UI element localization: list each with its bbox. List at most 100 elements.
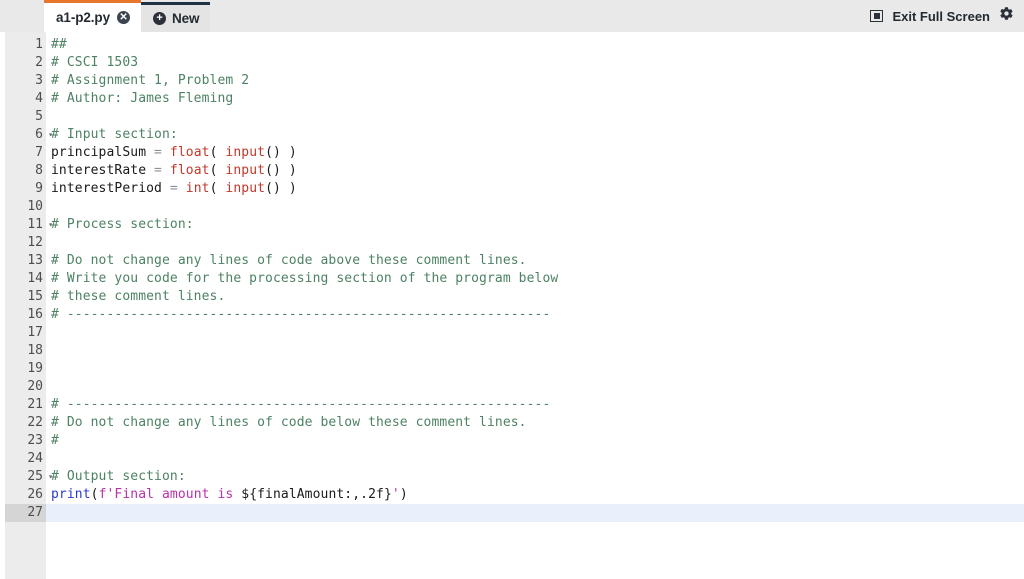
code-line[interactable]: ##: [46, 36, 1024, 54]
code-line[interactable]: # Author: James Fleming: [46, 90, 1024, 108]
code-token: # Author: James Fleming: [51, 91, 233, 106]
code-editor-window: a1-p2.py ✕ + New Exit Full Screen 123456…: [0, 0, 1024, 579]
code-line[interactable]: # Process section:: [46, 216, 1024, 234]
line-number: 10: [5, 198, 46, 216]
code-line[interactable]: [46, 234, 1024, 252]
code-token: f'Final amount is: [99, 487, 242, 502]
gear-icon[interactable]: [999, 6, 1014, 26]
fullscreen-icon[interactable]: [870, 10, 883, 22]
line-number: 2: [5, 54, 46, 72]
line-number-text: 9: [35, 180, 43, 198]
code-token: (: [210, 181, 226, 196]
code-token: principalSum: [51, 145, 154, 160]
close-icon[interactable]: ✕: [117, 11, 130, 24]
code-token: # Do not change any lines of code below …: [51, 415, 527, 430]
line-number: 7: [5, 144, 46, 162]
code-token: input: [225, 181, 265, 196]
line-number-text: 25: [27, 468, 43, 486]
line-number-gutter: 123456▾7891011▾1213141516171819202122232…: [5, 32, 46, 579]
code-token: [162, 145, 170, 160]
code-line[interactable]: # Do not change any lines of code below …: [46, 414, 1024, 432]
code-token: input: [225, 163, 265, 178]
code-line[interactable]: [46, 450, 1024, 468]
code-token: # --------------------------------------…: [51, 397, 550, 412]
exit-full-screen-button[interactable]: Exit Full Screen: [892, 9, 990, 24]
code-line[interactable]: # these comment lines.: [46, 288, 1024, 306]
line-number-text: 24: [27, 450, 43, 468]
line-number-text: 5: [35, 108, 43, 126]
code-token: ): [400, 487, 408, 502]
code-token: () ): [265, 145, 297, 160]
code-line[interactable]: [46, 360, 1024, 378]
code-line[interactable]: [46, 108, 1024, 126]
code-line[interactable]: # --------------------------------------…: [46, 396, 1024, 414]
line-number: 6▾: [5, 126, 46, 144]
line-number: 21: [5, 396, 46, 414]
plus-icon: +: [153, 12, 166, 25]
code-token: # Assignment 1, Problem 2: [51, 73, 249, 88]
code-token: (: [210, 145, 226, 160]
code-token: input: [225, 145, 265, 160]
code-area[interactable]: ## # CSCI 1503# Assignment 1, Problem 2 # …: [46, 32, 1024, 579]
line-number-text: 15: [27, 288, 43, 306]
line-number-text: 4: [35, 90, 43, 108]
code-token: () ): [265, 181, 297, 196]
tab-new[interactable]: + New: [141, 2, 210, 32]
code-line[interactable]: interestRate = float( input() ): [46, 162, 1024, 180]
code-line[interactable]: # Input section:: [46, 126, 1024, 144]
code-line[interactable]: # Output section:: [46, 468, 1024, 486]
code-token: float: [170, 145, 210, 160]
code-token: ': [392, 487, 400, 502]
line-number: 1: [5, 36, 46, 54]
line-number-text: 27: [27, 504, 43, 522]
editor-body: 123456▾7891011▾1213141516171819202122232…: [0, 32, 1024, 579]
topbar-actions: Exit Full Screen: [870, 0, 1014, 32]
code-line[interactable]: # CSCI 1503: [46, 54, 1024, 72]
code-token: print: [51, 487, 91, 502]
code-token: (: [210, 163, 226, 178]
editor-topbar: a1-p2.py ✕ + New Exit Full Screen: [0, 0, 1024, 32]
line-number-text: 21: [27, 396, 43, 414]
code-line[interactable]: [46, 504, 1024, 522]
code-line[interactable]: # Assignment 1, Problem 2: [46, 72, 1024, 90]
code-line[interactable]: interestPeriod = int( input() ): [46, 180, 1024, 198]
tab-label: New: [172, 11, 199, 26]
code-line[interactable]: principalSum = float( input() ): [46, 144, 1024, 162]
code-line[interactable]: [46, 342, 1024, 360]
code-line[interactable]: # --------------------------------------…: [46, 306, 1024, 324]
line-number: 3: [5, 72, 46, 90]
line-number-text: 23: [27, 432, 43, 450]
code-line[interactable]: # Write you code for the processing sect…: [46, 270, 1024, 288]
code-line[interactable]: [46, 324, 1024, 342]
line-number-text: 13: [27, 252, 43, 270]
code-token: # Do not change any lines of code above …: [51, 253, 527, 268]
line-number-text: 18: [27, 342, 43, 360]
line-number: 5: [5, 108, 46, 126]
line-number: 27: [5, 504, 46, 522]
line-number-text: 6: [35, 126, 43, 144]
line-number-text: 3: [35, 72, 43, 90]
line-number: 20: [5, 378, 46, 396]
line-number-text: 8: [35, 162, 43, 180]
code-token: interestPeriod: [51, 181, 170, 196]
code-token: =: [154, 163, 162, 178]
line-number-text: 14: [27, 270, 43, 288]
line-number-text: 7: [35, 144, 43, 162]
line-number: 4: [5, 90, 46, 108]
line-number: 11▾: [5, 216, 46, 234]
code-line[interactable]: #: [46, 432, 1024, 450]
code-token: interestRate: [51, 163, 154, 178]
code-line[interactable]: # Do not change any lines of code above …: [46, 252, 1024, 270]
code-line[interactable]: [46, 198, 1024, 216]
line-number-text: 16: [27, 306, 43, 324]
line-number-text: 1: [35, 36, 43, 54]
line-number-text: 11: [27, 216, 43, 234]
code-token: # Output section:: [51, 469, 186, 484]
code-token: # Process section:: [51, 217, 194, 232]
line-number-text: 10: [27, 198, 43, 216]
code-line[interactable]: [46, 378, 1024, 396]
code-line[interactable]: print(f'Final amount is ${finalAmount:,.…: [46, 486, 1024, 504]
code-token: ##: [51, 37, 67, 52]
tab-a1-p2-py[interactable]: a1-p2.py ✕: [44, 0, 141, 32]
code-token: # Write you code for the processing sect…: [51, 271, 558, 286]
